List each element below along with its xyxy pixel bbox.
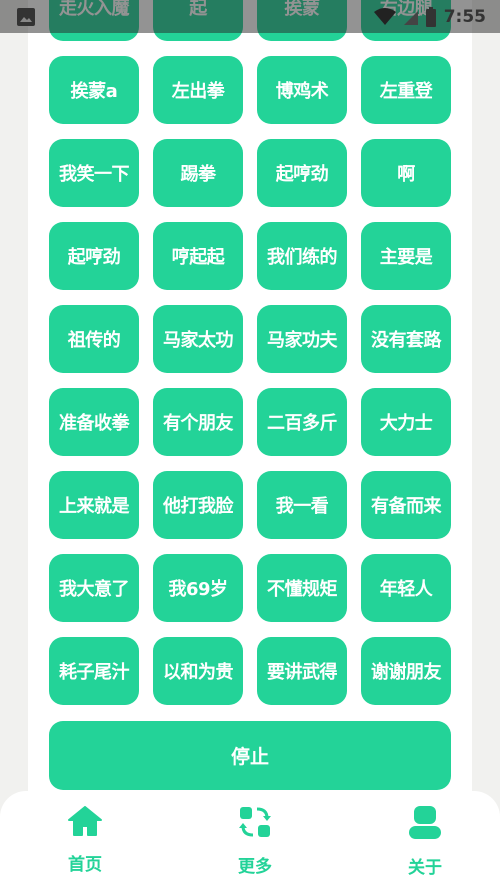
sound-button[interactable]: 博鸡术: [257, 56, 347, 124]
sound-button[interactable]: 上来就是: [49, 471, 139, 539]
sound-button[interactable]: 没有套路: [361, 305, 451, 373]
sound-button[interactable]: 准备收拳: [49, 388, 139, 456]
sound-button[interactable]: 要讲武得: [257, 637, 347, 705]
battery-icon: [425, 6, 436, 27]
sound-button[interactable]: 我大意了: [49, 554, 139, 622]
nav-about-label: 关于: [408, 858, 442, 878]
sound-button[interactable]: 马家功夫: [257, 305, 347, 373]
sound-button[interactable]: 祖传的: [49, 305, 139, 373]
sound-button[interactable]: 左重登: [361, 56, 451, 124]
sound-button[interactable]: 马家太功: [153, 305, 243, 373]
sound-button[interactable]: 有备而来: [361, 471, 451, 539]
bottom-nav: 首页 更多 关于: [0, 791, 500, 888]
clock: 7:55: [443, 6, 486, 27]
sound-button[interactable]: 不懂规矩: [257, 554, 347, 622]
sound-button[interactable]: 他打我脸: [153, 471, 243, 539]
sound-button[interactable]: 谢谢朋友: [361, 637, 451, 705]
sound-button[interactable]: 我们练的: [257, 222, 347, 290]
sound-button[interactable]: 我笑一下: [49, 139, 139, 207]
sound-button[interactable]: 以和为贵: [153, 637, 243, 705]
swap-icon: [239, 807, 271, 837]
sound-button-grid: 走火入魔起挨蒙右边腿挨蒙a左出拳博鸡术左重登我笑一下踢拳起哼劲啊起哼劲哼起起我们…: [49, 0, 451, 705]
sound-button[interactable]: 有个朋友: [153, 388, 243, 456]
sound-button[interactable]: 我69岁: [153, 554, 243, 622]
sound-button[interactable]: 左出拳: [153, 56, 243, 124]
wifi-icon: [373, 7, 396, 25]
sound-button[interactable]: 二百多斤: [257, 388, 347, 456]
nav-more-label: 更多: [238, 857, 272, 877]
image-icon: [17, 7, 35, 26]
sound-button[interactable]: 哼起起: [153, 222, 243, 290]
sound-button[interactable]: 主要是: [361, 222, 451, 290]
sound-button[interactable]: 啊: [361, 139, 451, 207]
signal-icon: [403, 10, 418, 25]
sound-button[interactable]: 耗子尾汁: [49, 637, 139, 705]
sound-button[interactable]: 我一看: [257, 471, 347, 539]
nav-about[interactable]: 关于: [400, 791, 450, 888]
sound-button[interactable]: 起哼劲: [257, 139, 347, 207]
sound-button[interactable]: 年轻人: [361, 554, 451, 622]
nav-home-label: 首页: [68, 855, 102, 875]
user-icon: [409, 806, 441, 839]
status-bar: 7:55: [0, 0, 500, 33]
sound-button[interactable]: 起哼劲: [49, 222, 139, 290]
sound-button[interactable]: 踢拳: [153, 139, 243, 207]
sound-button[interactable]: 大力士: [361, 388, 451, 456]
home-icon: [68, 806, 102, 836]
nav-more[interactable]: 更多: [230, 791, 280, 888]
sound-button[interactable]: 挨蒙a: [49, 56, 139, 124]
stop-button[interactable]: 停止: [49, 721, 451, 790]
nav-home[interactable]: 首页: [60, 791, 110, 888]
